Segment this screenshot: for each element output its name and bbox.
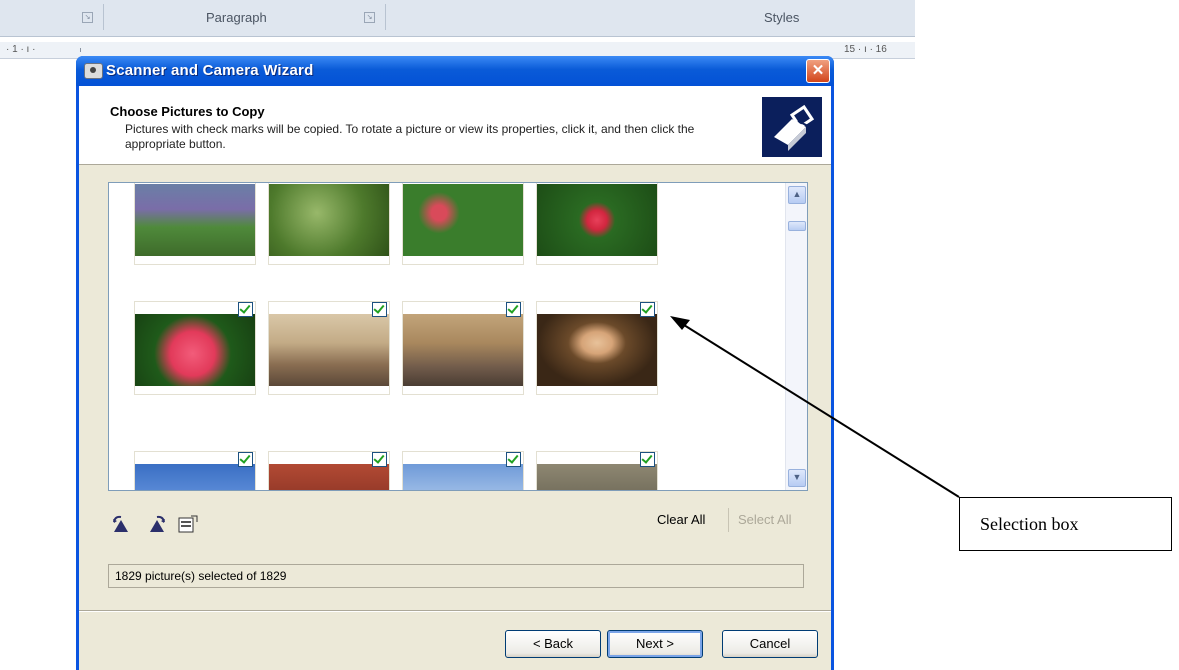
annotation-arrow	[670, 316, 960, 498]
selection-box-callout: Selection box	[959, 497, 1172, 551]
